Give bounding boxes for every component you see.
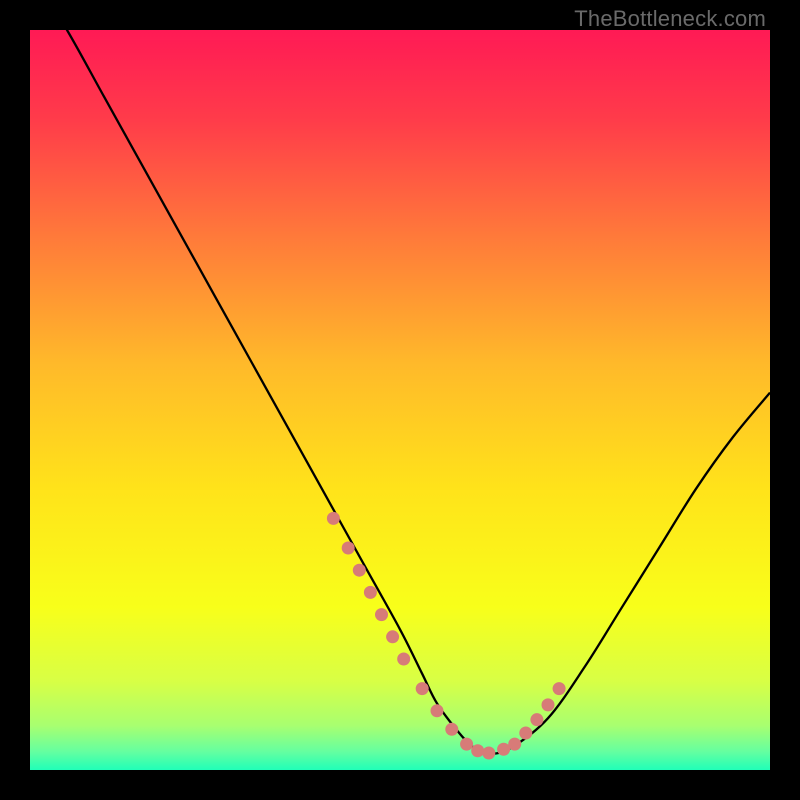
- marker-dot: [519, 727, 532, 740]
- marker-dot: [327, 512, 340, 525]
- bottleneck-curve: [30, 30, 770, 754]
- marker-dot: [386, 630, 399, 643]
- chart-stage: TheBottleneck.com: [0, 0, 800, 800]
- marker-dot: [364, 586, 377, 599]
- marker-dot: [553, 682, 566, 695]
- plot-area: [30, 30, 770, 770]
- marker-dot: [530, 713, 543, 726]
- marker-dot: [416, 682, 429, 695]
- marker-dot: [542, 698, 555, 711]
- marker-dot: [460, 738, 473, 751]
- marker-dot: [508, 738, 521, 751]
- marker-dot: [397, 653, 410, 666]
- marker-dot: [471, 744, 484, 757]
- highlight-dots: [327, 512, 566, 760]
- marker-dot: [482, 746, 495, 759]
- marker-dot: [431, 704, 444, 717]
- marker-dot: [445, 723, 458, 736]
- marker-dot: [375, 608, 388, 621]
- curve-layer: [30, 30, 770, 770]
- marker-dot: [342, 542, 355, 555]
- marker-dot: [497, 743, 510, 756]
- watermark-text: TheBottleneck.com: [574, 6, 766, 32]
- marker-dot: [353, 564, 366, 577]
